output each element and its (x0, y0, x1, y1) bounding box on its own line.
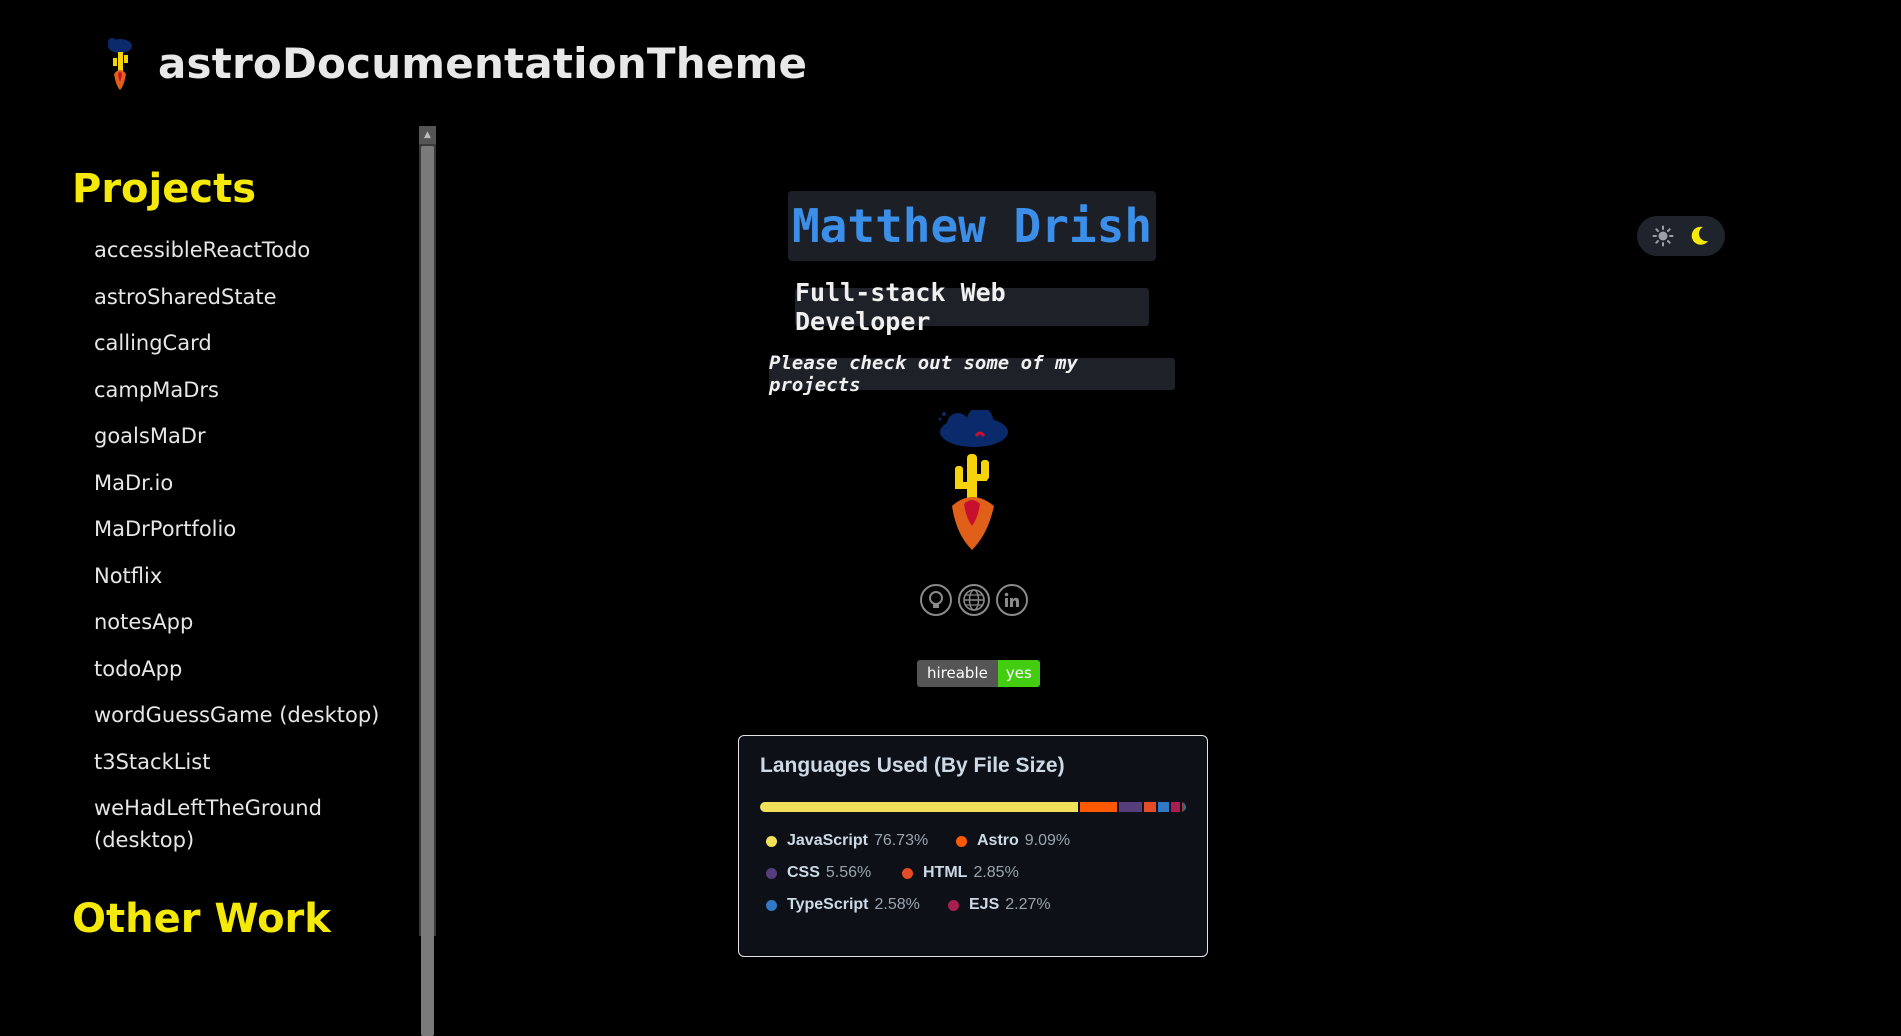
badge-label: hireable (917, 660, 998, 687)
legend-percent: 2.58% (874, 896, 920, 913)
moon-icon[interactable] (1688, 225, 1710, 247)
cactus-rocket-logo (108, 38, 132, 90)
main-content: Matthew Drish Full-stack Web Developer P… (436, 126, 1901, 957)
legend-item-typescript: TypeScript 2.58% (766, 896, 920, 914)
sun-icon[interactable] (1652, 225, 1674, 247)
legend-dot (948, 899, 959, 911)
profile-role-box: Full-stack Web Developer (795, 278, 1149, 336)
legend-dot (902, 867, 913, 879)
languages-card: Languages Used (By File Size) JavaScript… (738, 735, 1208, 957)
legend-name: CSS (787, 864, 820, 881)
scrollbar-thumb[interactable] (421, 146, 434, 1036)
legend-dot (956, 835, 967, 847)
sidebar-item-label[interactable]: t3StackList (94, 750, 210, 774)
lang-bar-segment (1158, 802, 1169, 812)
legend-item-html: HTML 2.85% (902, 864, 1019, 882)
projects-list: accessibleReactTodo astroSharedState cal… (94, 234, 394, 871)
sidebar-item-label[interactable]: notesApp (94, 610, 193, 634)
legend-item-javascript: JavaScript 76.73% (766, 832, 928, 850)
projects-cta: Please check out some of my projects (769, 352, 1078, 396)
lang-bar-segment (1184, 802, 1186, 812)
sidebar-item-todoapp[interactable]: todoApp (94, 653, 394, 685)
lang-bar-segment (760, 802, 1078, 812)
social-links (920, 584, 1028, 616)
sidebar-heading-projects: Projects (72, 166, 257, 212)
badge-value: yes (997, 660, 1040, 687)
sidebar-item-madr-io[interactable]: MaDr.io (94, 467, 394, 499)
cactus-rocket-avatar (938, 410, 1008, 550)
languages-card-title: Languages Used (By File Size) (760, 754, 1065, 777)
github-icon[interactable] (920, 584, 952, 616)
sidebar-item-madrportfolio[interactable]: MaDrPortfolio (94, 513, 394, 545)
projects-cta-box: Please check out some of my projects (769, 352, 1175, 396)
sidebar-item-label[interactable]: weHadLeftTheGround (desktop) (94, 796, 322, 852)
sidebar-item-campmadrs[interactable]: campMaDrs (94, 374, 394, 406)
legend-percent: 2.27% (1005, 896, 1051, 913)
legend-dot (766, 867, 777, 879)
scroll-up-arrow-icon[interactable]: ▲ (419, 126, 436, 144)
sidebar-item-astrosharedstate[interactable]: astroSharedState (94, 281, 394, 313)
sidebar-item-label[interactable]: wordGuessGame (desktop) (94, 703, 379, 727)
lang-bar-segment (1079, 802, 1118, 812)
sidebar-item-accessiblereacttodo[interactable]: accessibleReactTodo (94, 234, 394, 266)
legend-percent: 9.09% (1024, 832, 1071, 849)
languages-progress-bar (760, 802, 1186, 812)
home-link[interactable]: astroDocumentationTheme (100, 36, 807, 90)
linkedin-icon[interactable] (996, 584, 1028, 616)
legend-percent: 2.85% (973, 864, 1019, 881)
sidebar-item-t3stacklist[interactable]: t3StackList (94, 746, 394, 778)
sidebar-item-label[interactable]: todoApp (94, 657, 182, 681)
sidebar-item-notflix[interactable]: Notflix (94, 560, 394, 592)
legend-name: TypeScript (787, 896, 869, 913)
sidebar-item-label[interactable]: astroSharedState (94, 285, 277, 309)
legend-name: JavaScript (787, 832, 868, 849)
legend-name: Astro (977, 832, 1019, 849)
profile-role: Full-stack Web Developer (795, 278, 1006, 336)
legend-name: EJS (969, 896, 1000, 913)
sidebar-item-label[interactable]: accessibleReactTodo (94, 238, 310, 262)
sidebar-item-label[interactable]: goalsMaDr (94, 424, 206, 448)
sidebar-item-label[interactable]: MaDr.io (94, 471, 173, 495)
sidebar-item-callingcard[interactable]: callingCard (94, 327, 394, 359)
sidebar-item-notesapp[interactable]: notesApp (94, 606, 394, 638)
legend-percent: 76.73% (873, 832, 929, 849)
legend-item-astro: Astro 9.09% (956, 832, 1070, 850)
site-title: astroDocumentationTheme (158, 38, 808, 88)
lang-bar-segment (1170, 802, 1181, 812)
sidebar-item-wehadlefttheground[interactable]: weHadLeftTheGround (desktop) (94, 792, 394, 856)
hireable-badge: hireable yes (917, 660, 1040, 687)
legend-dot (766, 899, 777, 911)
sidebar-item-label[interactable]: MaDrPortfolio (94, 517, 236, 541)
sidebar-item-label[interactable]: Notflix (94, 564, 162, 588)
site-header: astroDocumentationTheme (0, 0, 1901, 125)
lang-bar-segment (1119, 802, 1143, 812)
legend-percent: 5.56% (825, 864, 872, 881)
legend-item-ejs: EJS 2.27% (948, 896, 1051, 914)
profile-name-box: Matthew Drish (788, 191, 1156, 261)
sidebar-item-label[interactable]: callingCard (94, 331, 212, 355)
sidebar-item-goalsmadr[interactable]: goalsMaDr (94, 420, 394, 452)
sidebar-heading-other-work: Other Work (72, 896, 331, 936)
sidebar: Projects accessibleReactTodo astroShared… (0, 126, 420, 936)
sidebar-item-label[interactable]: campMaDrs (94, 378, 219, 402)
legend-item-css: CSS 5.56% (766, 864, 871, 882)
legend-name: HTML (923, 864, 968, 881)
theme-toggle[interactable] (1637, 216, 1725, 256)
globe-icon[interactable] (958, 584, 990, 616)
sidebar-item-wordguessgame[interactable]: wordGuessGame (desktop) (94, 699, 394, 731)
legend-dot (766, 835, 777, 847)
sidebar-scrollbar[interactable]: ▲ (419, 126, 436, 1036)
profile-name: Matthew Drish (791, 199, 1153, 253)
lang-bar-segment (1144, 802, 1157, 812)
